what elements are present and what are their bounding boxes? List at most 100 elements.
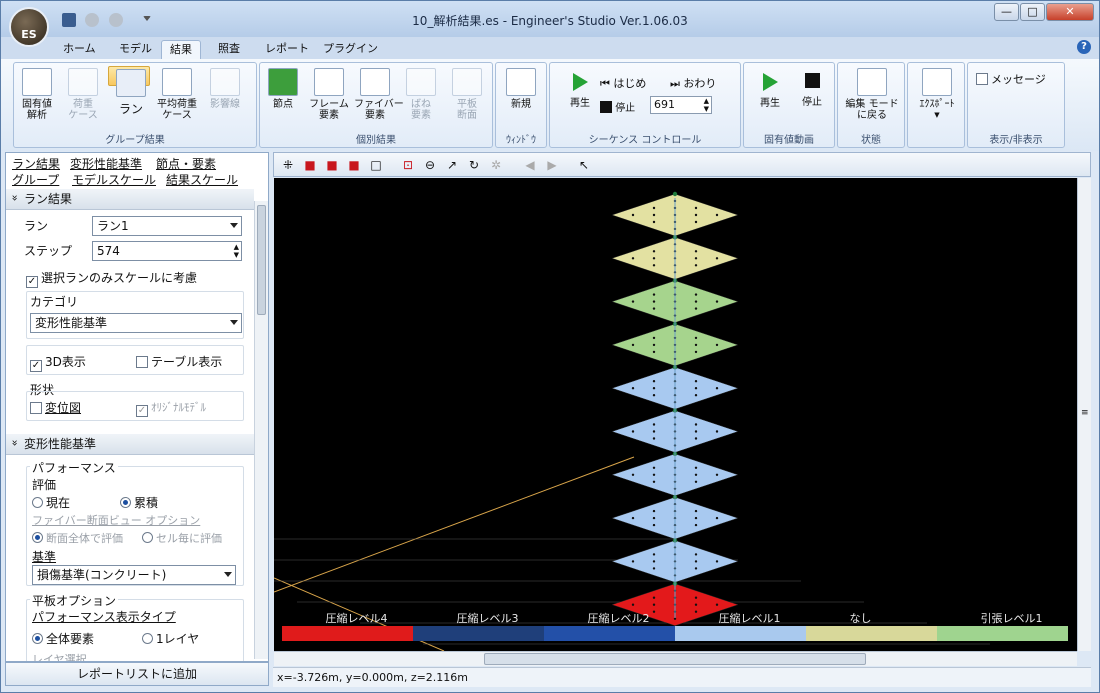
eigen-stop-button[interactable]: 停止: [794, 73, 830, 108]
tab-result[interactable]: 結果: [161, 40, 201, 59]
eigen-play-button[interactable]: 再生: [752, 73, 788, 109]
add-to-report-button[interactable]: レポートリストに追加: [5, 662, 269, 686]
help-icon[interactable]: ?: [1077, 40, 1091, 54]
link-run-result[interactable]: ラン結果: [12, 155, 60, 172]
back-icon[interactable]: ◀: [522, 157, 538, 173]
deform-checkbox[interactable]: 変位図: [30, 399, 81, 416]
category-label: カテゴリ: [30, 295, 79, 309]
message-checkbox[interactable]: メッセージ: [976, 71, 1046, 87]
plate-node: [694, 300, 698, 303]
model-canvas[interactable]: 圧縮レベル4 圧縮レベル3 圧縮レベル2 圧縮レベル1 なし 引張レベル1: [274, 178, 1077, 651]
plate-node: [694, 596, 698, 599]
original-model-checkbox[interactable]: ✓ ｵﾘｼﾞﾅﾙﾓﾃﾞﾙ: [136, 399, 206, 417]
one-layer-radio-dot: [142, 633, 153, 644]
close-button[interactable]: ✕: [1046, 3, 1094, 21]
minimize-button[interactable]: —: [994, 3, 1019, 21]
group-display: メッセージ 表示/非表示: [967, 62, 1065, 148]
whole-section-radio[interactable]: 断面全体で評価: [32, 530, 123, 546]
link-node-element[interactable]: 節点・要素: [156, 155, 216, 172]
sequence-stop-button[interactable]: 停止: [600, 99, 635, 114]
view-3d-icon[interactable]: ■: [302, 157, 318, 173]
per-cell-radio[interactable]: セル毎に評価: [142, 530, 222, 546]
category-select[interactable]: 変形性能基準: [30, 313, 242, 333]
plate-section-button[interactable]: 平板 断面: [446, 66, 488, 126]
edit-mode-icon: [857, 68, 887, 96]
message-checkbox-box: [976, 73, 988, 85]
fiber-element-icon: [360, 68, 390, 96]
left-scroll-thumb[interactable]: [257, 205, 266, 315]
zoom-out-icon[interactable]: ⊖: [422, 157, 438, 173]
section-deform-criteria[interactable]: 変形性能基準: [6, 434, 254, 455]
link-deform-criteria[interactable]: 変形性能基準: [70, 155, 142, 172]
plate-node: [715, 473, 719, 476]
view-side-icon[interactable]: ■: [346, 157, 362, 173]
original-model-checkbox-box: ✓: [136, 405, 148, 417]
plate-node: [694, 387, 698, 390]
plate-node: [694, 264, 698, 267]
select-all-icon[interactable]: ⁜: [280, 157, 296, 173]
rotate-icon[interactable]: ↻: [466, 157, 482, 173]
plate-node: [694, 206, 698, 210]
app-window: ES 10_解析結果.es - Engineer's Studio Ver.1.…: [0, 0, 1100, 693]
tab-report[interactable]: レポート: [257, 40, 317, 59]
sequence-play-button[interactable]: 再生: [562, 73, 598, 109]
app-logo[interactable]: ES: [9, 7, 49, 47]
load-case-button[interactable]: 荷重 ケース: [62, 66, 104, 126]
deform-checkbox-box: [30, 402, 42, 414]
return-edit-mode-button[interactable]: 編集 モード に戻る: [842, 66, 902, 126]
tab-check[interactable]: 照査: [210, 40, 248, 59]
performance-label: パフォーマンス: [30, 459, 118, 476]
spring-element-button[interactable]: ばね 要素: [400, 66, 442, 126]
step-stepper[interactable]: 574 ▲ ▼: [92, 241, 242, 261]
accumulate-radio[interactable]: 累積: [120, 494, 158, 511]
plate-node: [694, 567, 698, 570]
tab-plugin[interactable]: プラグイン: [315, 40, 386, 59]
restore-button[interactable]: □: [1020, 3, 1045, 21]
pointer-icon[interactable]: ↖: [576, 157, 592, 173]
run-button[interactable]: ラン: [108, 66, 150, 116]
average-load-case-button[interactable]: 平均荷重 ケース: [154, 66, 200, 126]
viewport-vertical-scrollbar[interactable]: ≡: [1077, 178, 1091, 651]
section-run-result[interactable]: ラン結果: [6, 189, 254, 210]
export-button[interactable]: ｴｸｽﾎﾟｰﾄ ▼: [912, 66, 962, 126]
left-scrollbar[interactable]: [254, 201, 268, 659]
scale-checkbox[interactable]: ✓ 選択ランのみスケールに考慮: [26, 269, 197, 288]
link-group[interactable]: グループ: [12, 171, 59, 188]
view-top-icon[interactable]: □: [368, 157, 384, 173]
3d-viewport[interactable]: 圧縮レベル4 圧縮レベル3 圧縮レベル2 圧縮レベル1 なし 引張レベル1: [274, 178, 1077, 651]
view-front-icon[interactable]: ■: [324, 157, 340, 173]
tab-home[interactable]: ホーム: [55, 40, 104, 59]
zoom-window-icon[interactable]: ⊡: [400, 157, 416, 173]
all-elements-radio[interactable]: 全体要素: [32, 630, 94, 647]
link-result-scale[interactable]: 結果スケール: [166, 171, 238, 188]
viewport-horizontal-scrollbar[interactable]: [274, 651, 1077, 666]
3d-checkbox[interactable]: ✓ 3D表示: [30, 353, 86, 372]
stepper-arrows-icon[interactable]: ▲ ▼: [704, 97, 709, 113]
run-select[interactable]: ラン1: [92, 216, 242, 236]
one-layer-radio[interactable]: 1レイヤ: [142, 630, 199, 647]
group-eigen-caption: 固有値動画: [764, 135, 814, 146]
tab-model[interactable]: モデル: [111, 40, 160, 59]
title-bar: ES 10_解析結果.es - Engineer's Studio Ver.1.…: [1, 1, 1099, 47]
sequence-end-button[interactable]: ⏭ おわり: [670, 75, 716, 91]
frame-element-button[interactable]: フレーム 要素: [308, 66, 350, 126]
link-model-scale[interactable]: モデルスケール: [72, 171, 156, 188]
table-checkbox[interactable]: テーブル表示: [136, 353, 222, 370]
node-button[interactable]: 節点: [262, 66, 304, 126]
3d-checkbox-box: ✓: [30, 360, 42, 372]
influence-line-button[interactable]: 影響線: [204, 66, 246, 126]
fiber-element-button[interactable]: ファイバー 要素: [354, 66, 404, 126]
basis-select[interactable]: 損傷基準(コンクリート): [32, 565, 236, 585]
sequence-start-button[interactable]: ⏮ はじめ: [600, 75, 646, 91]
stepper-arrows-icon[interactable]: ▲ ▼: [234, 243, 239, 259]
eigen-analysis-button[interactable]: 固有値 解析: [16, 66, 58, 126]
legend-swatch: [413, 626, 544, 641]
hscroll-thumb[interactable]: [484, 653, 866, 665]
current-radio[interactable]: 現在: [32, 494, 70, 511]
pan-icon[interactable]: ↗: [444, 157, 460, 173]
legend-swatch: [544, 626, 675, 641]
fit-icon[interactable]: ✲: [488, 157, 504, 173]
frame-stepper[interactable]: 691 ▲ ▼: [650, 96, 712, 114]
new-window-button[interactable]: 新規: [500, 66, 542, 126]
forward-icon[interactable]: ▶: [544, 157, 560, 173]
